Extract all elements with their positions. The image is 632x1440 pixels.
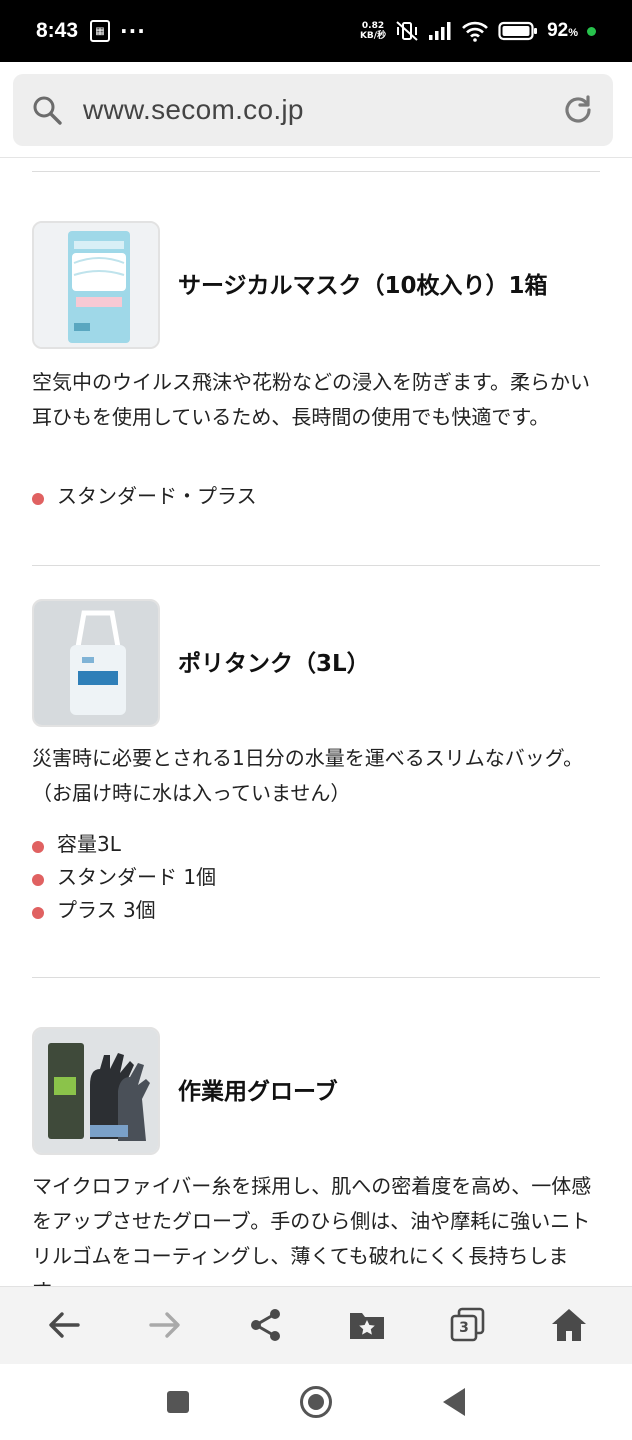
network-speed: 0.82 KB/秒 xyxy=(360,21,386,41)
system-nav-bar xyxy=(0,1364,632,1440)
product-title: ポリタンク（3L） xyxy=(178,651,370,677)
product-image-polytank[interactable] xyxy=(32,599,160,727)
divider xyxy=(32,977,600,978)
product-features: 容量3L スタンダード 1個 プラス 3個 xyxy=(32,828,216,927)
bullet-icon xyxy=(32,906,44,919)
back-icon xyxy=(46,1307,82,1343)
more-notifications: ··· xyxy=(120,19,146,43)
product-image-mask[interactable] xyxy=(32,221,160,349)
privacy-indicator xyxy=(587,26,596,36)
home-button[interactable] xyxy=(549,1305,589,1345)
product-description: 空気中のウイルス飛沫や花粉などの浸入を防ぎます。柔らかい耳ひもを使用しているため… xyxy=(32,370,590,429)
product-item-polytank: ポリタンク（3L） 災害時に必要とされる1日分の水量を運べるスリムなバッグ。（お… xyxy=(32,599,600,929)
network-speed-value: 0.82 xyxy=(361,21,385,31)
bullet-icon xyxy=(32,840,44,853)
bullet-icon xyxy=(32,492,44,505)
wifi-icon xyxy=(461,20,489,42)
status-bar: 8:43 ▦ ··· 0.82 KB/秒 92% xyxy=(0,0,632,62)
status-time: 8:43 xyxy=(36,19,79,42)
product-description: 災害時に必要とされる1日分の水量を運べるスリムなバッグ。（お届け時に水は入ってい… xyxy=(32,746,584,805)
network-speed-unit: KB/秒 xyxy=(359,31,387,41)
bullet-icon xyxy=(32,873,44,886)
browser-toolbar: 3 xyxy=(0,1286,632,1364)
feature-item: プラス 3個 xyxy=(32,894,216,927)
product-image-gloves[interactable] xyxy=(32,1027,160,1155)
search-icon xyxy=(31,94,63,126)
status-icons: 0.82 KB/秒 92% xyxy=(360,20,596,42)
product-description: マイクロファイバー糸を採用し、肌への密着度を高め、一体感をアップさせたグローブ。… xyxy=(32,1174,592,1286)
back-button[interactable] xyxy=(44,1305,84,1345)
bookmarks-button[interactable] xyxy=(347,1305,387,1345)
home-icon xyxy=(550,1307,588,1343)
tabs-button[interactable]: 3 xyxy=(447,1305,487,1345)
notification-icon: ▦ xyxy=(90,20,111,42)
bookmarks-icon xyxy=(348,1307,386,1343)
product-item-gloves: 作業用グローブ マイクロファイバー糸を採用し、肌への密着度を高め、一体感をアップ… xyxy=(32,1027,600,1286)
recent-apps-icon xyxy=(166,1390,190,1414)
reload-icon[interactable] xyxy=(561,93,595,127)
page-content: サージカルマスク（10枚入り）1箱 空気中のウイルス飛沫や花粉などの浸入を防ぎま… xyxy=(0,158,632,1286)
url-text[interactable]: www.secom.co.jp xyxy=(83,94,304,126)
tabs-icon: 3 xyxy=(449,1307,485,1343)
product-item-mask: サージカルマスク（10枚入り）1箱 空気中のウイルス飛沫や花粉などの浸入を防ぎま… xyxy=(32,221,600,521)
vibrate-off-icon xyxy=(395,20,419,42)
product-features: スタンダード・プラス xyxy=(32,480,257,513)
product-title: 作業用グローブ xyxy=(178,1079,338,1105)
address-bar[interactable]: www.secom.co.jp xyxy=(13,74,613,146)
divider xyxy=(32,565,600,566)
product-title: サージカルマスク（10枚入り）1箱 xyxy=(178,273,548,299)
nav-home-icon xyxy=(299,1385,333,1419)
feature-item: スタンダード・プラス xyxy=(32,480,257,513)
share-button[interactable] xyxy=(246,1305,286,1345)
nav-home-button[interactable] xyxy=(298,1384,334,1420)
feature-item: 容量3L xyxy=(32,828,216,861)
battery-icon xyxy=(498,21,538,41)
tabs-count: 3 xyxy=(459,1320,469,1336)
nav-back-button[interactable] xyxy=(436,1384,472,1420)
battery-percent: 92% xyxy=(547,20,578,41)
feature-item: スタンダード 1個 xyxy=(32,861,216,894)
browser-address-area: www.secom.co.jp xyxy=(0,62,632,158)
forward-button[interactable] xyxy=(145,1305,185,1345)
forward-icon xyxy=(147,1307,183,1343)
share-icon xyxy=(248,1307,284,1343)
nav-back-icon xyxy=(441,1387,467,1417)
divider xyxy=(32,171,600,172)
recent-apps-button[interactable] xyxy=(160,1384,196,1420)
signal-icon xyxy=(428,21,452,41)
